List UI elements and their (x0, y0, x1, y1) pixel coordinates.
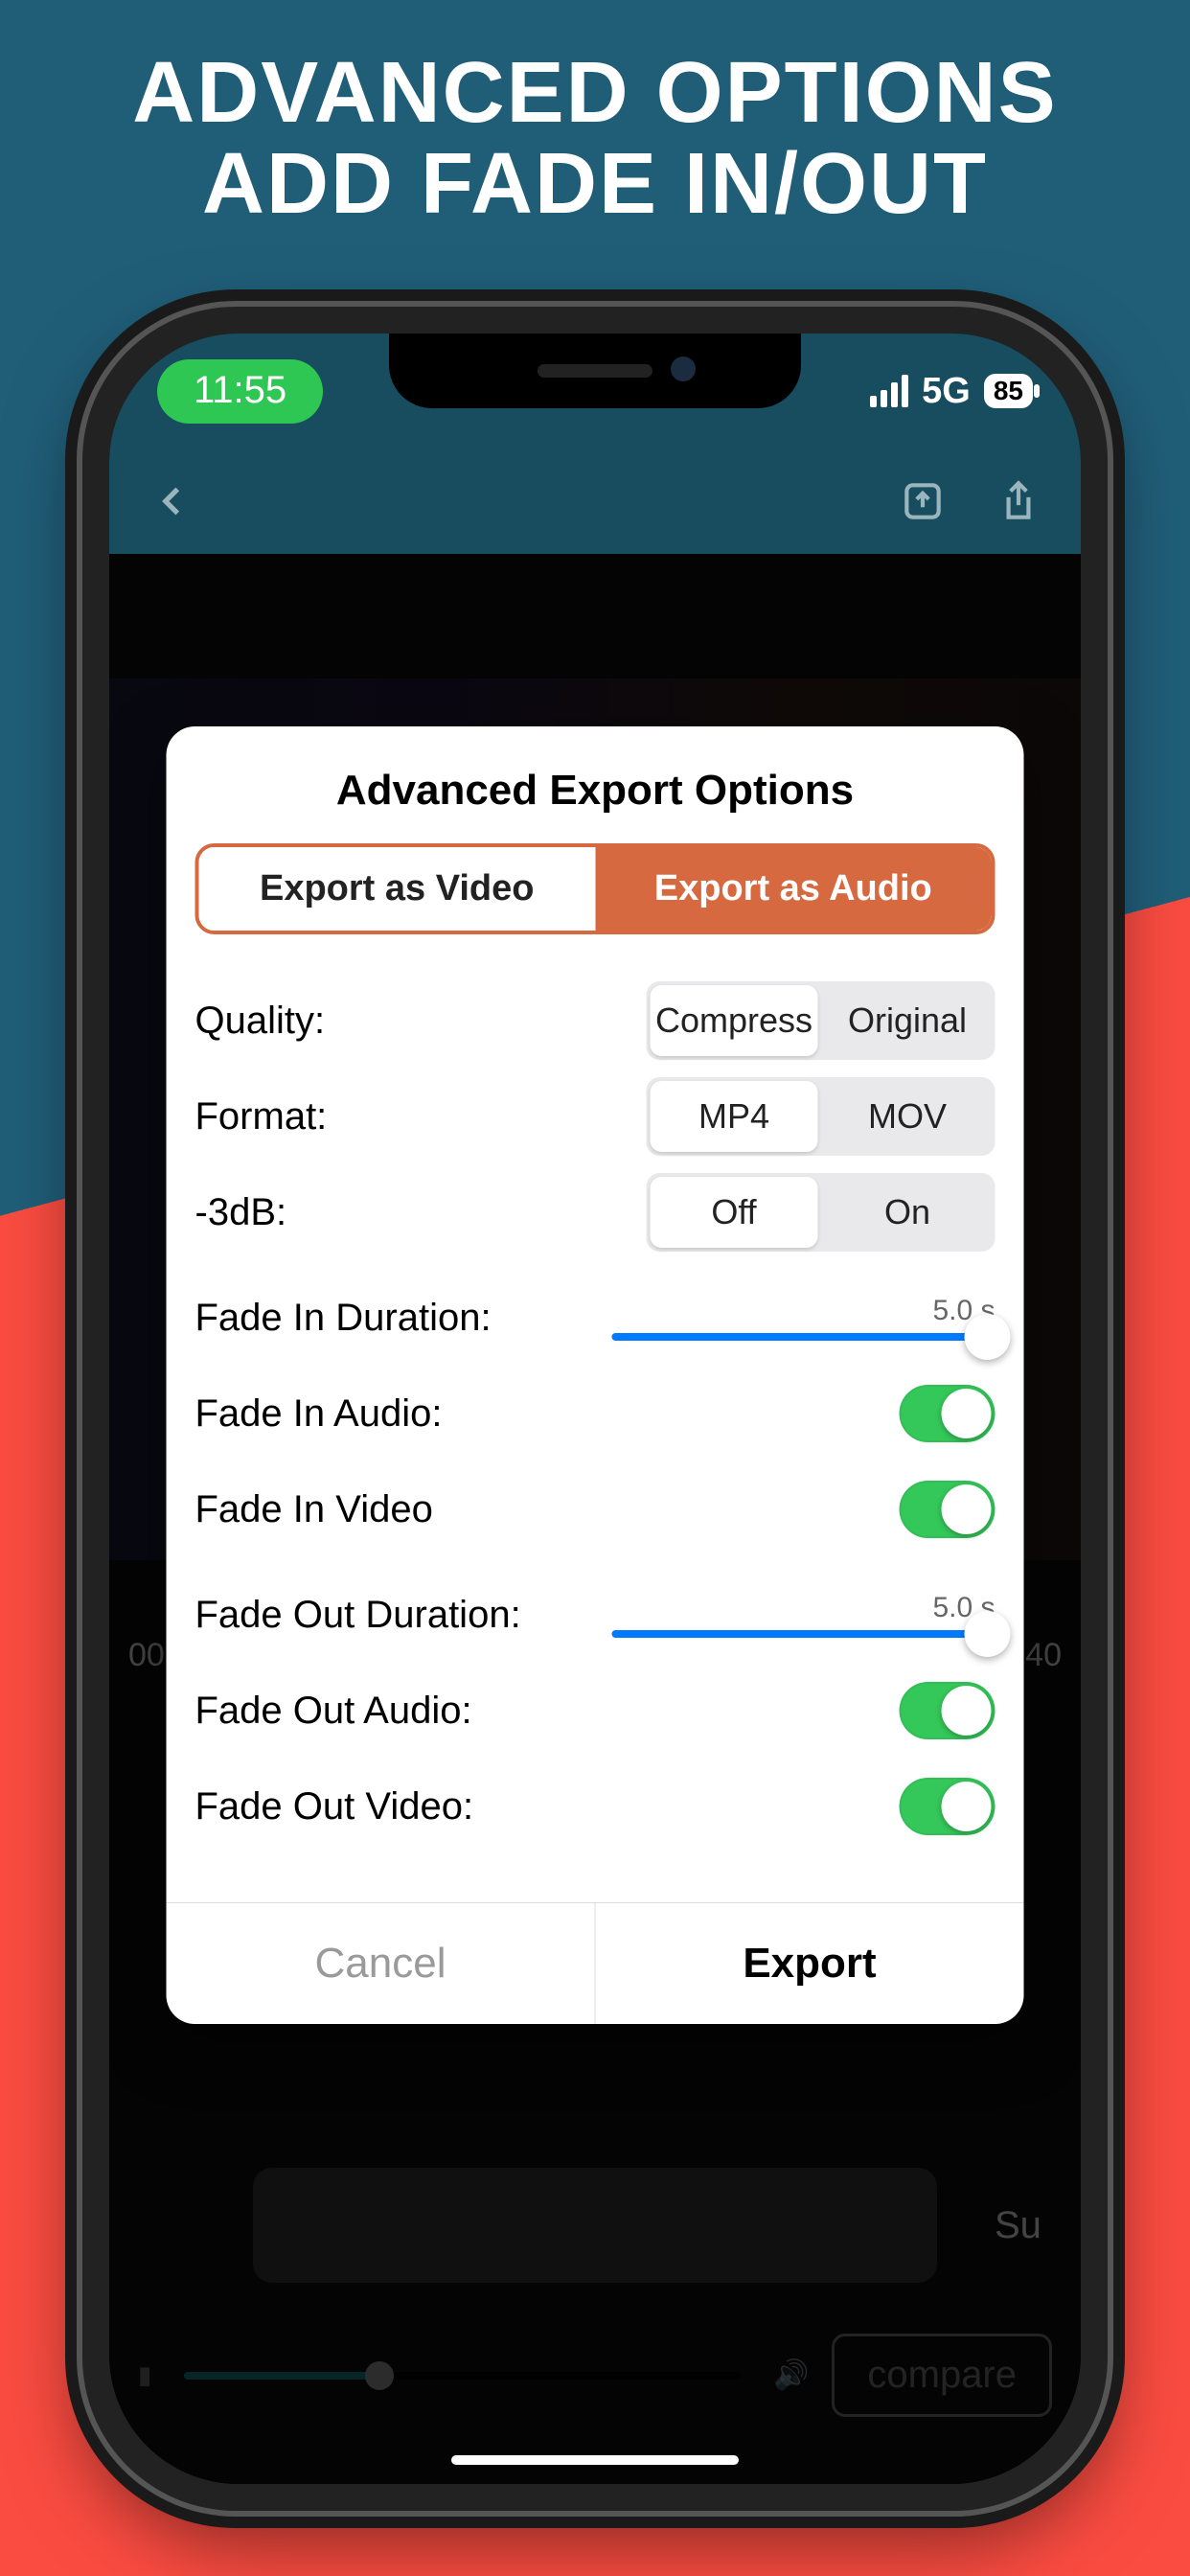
format-mov[interactable]: MOV (824, 1081, 992, 1152)
tab-export-video[interactable]: Export as Video (199, 847, 596, 931)
phone-frame: 11:55 5G 85 (82, 307, 1108, 2511)
nav-bar (109, 448, 1081, 554)
fade-in-duration-label: Fade In Duration: (195, 1297, 492, 1340)
battery-badge: 85 (984, 374, 1033, 408)
format-label: Format: (195, 1095, 328, 1138)
fade-out-duration-slider[interactable] (612, 1630, 995, 1638)
fade-out-audio-toggle[interactable] (900, 1682, 995, 1739)
db-label: -3dB: (195, 1191, 287, 1234)
fade-out-video-toggle[interactable] (900, 1778, 995, 1835)
fade-in-audio-toggle[interactable] (900, 1385, 995, 1442)
save-icon[interactable] (899, 477, 947, 525)
hero-line2: ADD FADE IN/OUT (0, 139, 1190, 230)
fade-in-audio-label: Fade In Audio: (195, 1392, 443, 1436)
fade-in-video-toggle[interactable] (900, 1481, 995, 1538)
fade-out-duration-label: Fade Out Duration: (195, 1594, 521, 1637)
timeline-start: 00 (128, 1637, 165, 1674)
hidden-label: Su (995, 2168, 1052, 2283)
network-label: 5G (922, 371, 971, 412)
quality-label: Quality: (195, 1000, 326, 1043)
quality-original[interactable]: Original (824, 985, 992, 1056)
share-icon[interactable] (995, 477, 1042, 525)
phone-screen: 11:55 5G 85 (109, 334, 1081, 2484)
bottom-bar: ▮ 🔊 compare (109, 2334, 1081, 2417)
db-segmented[interactable]: Off On (647, 1173, 995, 1252)
hero-line1: ADVANCED OPTIONS (0, 48, 1190, 139)
volume-high-icon: 🔊 (773, 2358, 809, 2392)
fade-in-video-label: Fade In Video (195, 1488, 433, 1531)
status-time: 11:55 (157, 359, 323, 424)
export-type-segmented[interactable]: Export as Video Export as Audio (195, 843, 995, 934)
hero-text: ADVANCED OPTIONS ADD FADE IN/OUT (0, 0, 1190, 229)
quality-segmented[interactable]: Compress Original (647, 981, 995, 1060)
db-off[interactable]: Off (651, 1177, 818, 1248)
volume-low-icon: ▮ (138, 2360, 151, 2390)
notch (389, 334, 801, 408)
toolbar-placeholder (253, 2168, 937, 2283)
db-on[interactable]: On (824, 1177, 992, 1248)
compare-button[interactable]: compare (832, 2334, 1052, 2417)
tab-export-audio[interactable]: Export as Audio (595, 847, 992, 931)
export-options-modal: Advanced Export Options Export as Video … (167, 726, 1024, 2024)
format-mp4[interactable]: MP4 (651, 1081, 818, 1152)
fade-in-duration-slider[interactable] (612, 1333, 995, 1341)
quality-compress[interactable]: Compress (651, 985, 818, 1056)
export-button[interactable]: Export (596, 1903, 1024, 2024)
signal-icon (870, 375, 908, 407)
fade-out-audio-label: Fade Out Audio: (195, 1690, 472, 1733)
fade-out-video-label: Fade Out Video: (195, 1785, 474, 1828)
volume-slider[interactable] (184, 2372, 741, 2380)
back-icon[interactable] (148, 477, 195, 525)
modal-title: Advanced Export Options (167, 726, 1024, 843)
format-segmented[interactable]: MP4 MOV (647, 1077, 995, 1156)
home-indicator (451, 2455, 739, 2465)
cancel-button[interactable]: Cancel (167, 1903, 596, 2024)
timeline-end: 40 (1025, 1637, 1062, 1674)
